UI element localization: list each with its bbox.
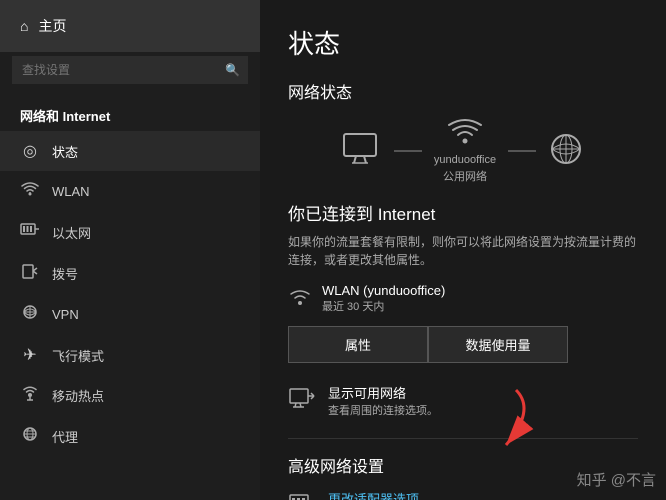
adapter-options-item[interactable]: 更改适配器选项 查看网络适配器并更改连接设置。 [288, 489, 638, 500]
ethernet-icon [20, 222, 40, 243]
zhihu-annotation: 知乎 @不言 [577, 469, 656, 490]
adapter-title: 更改适配器选项 [328, 489, 493, 500]
search-container: 🔍 [12, 56, 248, 84]
sidebar-item-label: WLAN [52, 184, 90, 199]
airplane-icon: ✈ [20, 345, 40, 365]
network-line-1 [394, 150, 422, 152]
connected-title: 你已连接到 Internet [288, 200, 638, 225]
sidebar: ⌂ 主页 🔍 网络和 Internet ◎ 状态 WLAN [0, 0, 260, 500]
home-icon: ⌂ [20, 18, 28, 34]
wlan-time: 最近 30 天内 [322, 298, 445, 314]
sidebar-item-label: 拨号 [52, 264, 78, 283]
sidebar-item-label: VPN [52, 307, 79, 322]
hotspot-icon [20, 385, 40, 406]
network-type: 公用网络 [434, 168, 496, 184]
home-label: 主页 [38, 16, 66, 36]
sidebar-item-hotspot[interactable]: 移动热点 [0, 375, 260, 416]
sidebar-item-vpn[interactable]: VPN [0, 294, 260, 335]
network-name: yunduooffice [434, 154, 496, 166]
show-networks-text: 显示可用网络 查看周围的连接选项。 [328, 383, 438, 418]
show-networks-title: 显示可用网络 [328, 383, 438, 402]
sidebar-item-dialup[interactable]: 拨号 [0, 253, 260, 294]
wlan-signal-icon [288, 285, 312, 313]
sidebar-item-label: 状态 [52, 142, 78, 161]
sidebar-item-airplane[interactable]: ✈ 飞行模式 [0, 335, 260, 375]
adapter-text: 更改适配器选项 查看网络适配器并更改连接设置。 [328, 489, 493, 500]
sidebar-item-label: 以太网 [52, 223, 91, 242]
globe-icon-container [548, 131, 584, 170]
adapter-icon [288, 493, 316, 500]
sidebar-item-proxy[interactable]: 代理 [0, 416, 260, 457]
sidebar-item-status[interactable]: ◎ 状态 [0, 131, 260, 171]
dialup-icon [20, 263, 40, 284]
sidebar-item-ethernet[interactable]: 以太网 [0, 212, 260, 253]
sidebar-item-label: 飞行模式 [52, 346, 104, 365]
sidebar-section-title: 网络和 Internet [0, 96, 260, 131]
show-networks-icon [288, 387, 316, 415]
wlan-name: WLAN (yunduooffice) [322, 283, 445, 298]
search-icon: 🔍 [225, 63, 240, 77]
sidebar-item-label: 代理 [52, 427, 78, 446]
search-input[interactable] [12, 56, 248, 84]
page-title: 状态 [288, 24, 638, 61]
button-row: 属性 数据使用量 [288, 326, 638, 363]
show-networks-sub: 查看周围的连接选项。 [328, 402, 438, 418]
network-diagram: yunduooffice 公用网络 [288, 117, 638, 184]
main-content: 状态 网络状态 yunduooffice 公用网络 [260, 0, 666, 500]
wlan-icon [20, 181, 40, 202]
connected-desc: 如果你的流量套餐有限制，则你可以将此网络设置为按流量计费的连接，或者更改其他属性… [288, 233, 638, 269]
arrow-svg [436, 380, 556, 460]
vpn-icon [20, 304, 40, 325]
wlan-details: WLAN (yunduooffice) 最近 30 天内 [322, 283, 445, 314]
properties-button[interactable]: 属性 [288, 326, 428, 363]
sidebar-home-button[interactable]: ⌂ 主页 [0, 0, 260, 52]
status-icon: ◎ [20, 141, 40, 161]
data-usage-button[interactable]: 数据使用量 [428, 326, 568, 363]
sidebar-item-wlan[interactable]: WLAN [0, 171, 260, 212]
network-status-title: 网络状态 [288, 79, 638, 103]
wifi-icon-container: yunduooffice 公用网络 [434, 117, 496, 184]
sidebar-item-label: 移动热点 [52, 386, 104, 405]
monitor-icon-container [342, 132, 382, 169]
proxy-icon [20, 426, 40, 447]
wlan-info: WLAN (yunduooffice) 最近 30 天内 [288, 283, 638, 314]
network-line-2 [508, 150, 536, 152]
